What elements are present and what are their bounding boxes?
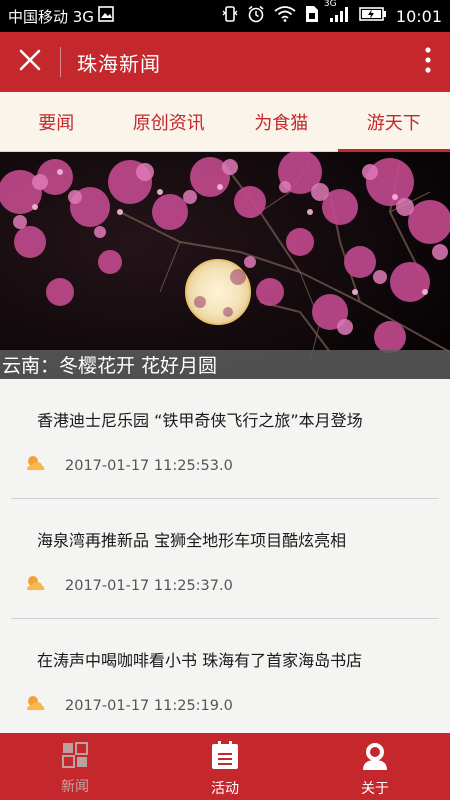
wifi-icon [274, 6, 296, 26]
alarm-icon [247, 5, 265, 27]
tab-food[interactable]: 为食猫 [225, 92, 338, 151]
page-title: 珠海新闻 [77, 51, 161, 76]
tab-headlines[interactable]: 要闻 [0, 92, 113, 151]
nav-label: 关于 [361, 781, 389, 797]
sim-icon [305, 5, 319, 27]
tab-travel[interactable]: 游天下 [337, 92, 450, 152]
news-title: 香港迪士尼乐园 “铁甲奇侠飞行之旅”本月登场 [37, 411, 363, 430]
news-title: 海泉湾再推新品 宝狮全地形车项目酷炫亮相 [37, 531, 347, 550]
news-meta: 2017-01-17 11:25:53.0 [25, 455, 233, 476]
calendar-icon [210, 741, 240, 775]
news-meta: 2017-01-17 11:25:19.0 [25, 695, 233, 716]
more-vertical-icon [425, 47, 431, 77]
tab-label: 为食猫 [254, 112, 309, 134]
news-item[interactable]: 海泉湾再推新品 宝狮全地形车项目酷炫亮相 2017-01-17 11:25:37… [11, 499, 439, 619]
close-button[interactable] [0, 32, 60, 92]
close-icon [19, 49, 41, 75]
weather-sun-cloud-icon [25, 455, 45, 476]
app-bar-divider [60, 47, 61, 77]
nav-label: 新闻 [61, 779, 89, 795]
grid-icon [61, 741, 89, 773]
weather-sun-cloud-icon [25, 575, 45, 596]
tab-label: 要闻 [38, 112, 75, 134]
news-item[interactable]: 在涛声中喝咖啡看小书 珠海有了首家海岛书店 2017-01-17 11:25:1… [11, 619, 439, 733]
banner-image [0, 152, 450, 379]
news-title: 在涛声中喝咖啡看小书 珠海有了首家海岛书店 [37, 651, 363, 670]
news-date: 2017-01-17 11:25:37.0 [65, 577, 233, 594]
nav-label: 活动 [211, 781, 239, 797]
news-meta: 2017-01-17 11:25:37.0 [25, 575, 233, 596]
banner-caption: 云南：冬樱花开 花好月圆 [0, 350, 450, 379]
news-list: 香港迪士尼乐园 “铁甲奇侠飞行之旅”本月登场 2017-01-17 11:25:… [0, 379, 450, 733]
nav-news[interactable]: 新闻 [0, 733, 150, 800]
news-date: 2017-01-17 11:25:19.0 [65, 697, 233, 714]
nav-events[interactable]: 活动 [150, 733, 300, 800]
carrier-label: 中国移动 3G [8, 7, 94, 26]
app-bar: 珠海新闻 [0, 32, 450, 92]
nav-about[interactable]: 关于 [300, 733, 450, 800]
news-date: 2017-01-17 11:25:53.0 [65, 457, 233, 474]
tab-label: 原创资讯 [132, 112, 205, 134]
status-bar: 中国移动 3G 3G 10:01 [0, 0, 450, 32]
featured-banner[interactable]: 云南：冬樱花开 花好月圆 [0, 152, 450, 379]
image-icon [98, 6, 114, 26]
bottom-navigation: 新闻 活动 关于 [0, 733, 450, 800]
person-icon [360, 741, 390, 775]
more-options-button[interactable] [406, 32, 450, 92]
vibrate-icon [222, 5, 238, 27]
tab-original-news[interactable]: 原创资讯 [113, 92, 226, 151]
clock-time: 10:01 [395, 6, 442, 26]
category-tabs: 要闻 原创资讯 为食猫 游天下 [0, 92, 450, 152]
battery-icon [359, 6, 387, 26]
news-item[interactable]: 香港迪士尼乐园 “铁甲奇侠飞行之旅”本月登场 2017-01-17 11:25:… [11, 379, 439, 499]
signal-icon: 3G [324, 0, 350, 27]
network-type-label: 3G [323, 0, 337, 9]
tab-label: 游天下 [366, 112, 421, 134]
weather-sun-cloud-icon [25, 695, 45, 716]
